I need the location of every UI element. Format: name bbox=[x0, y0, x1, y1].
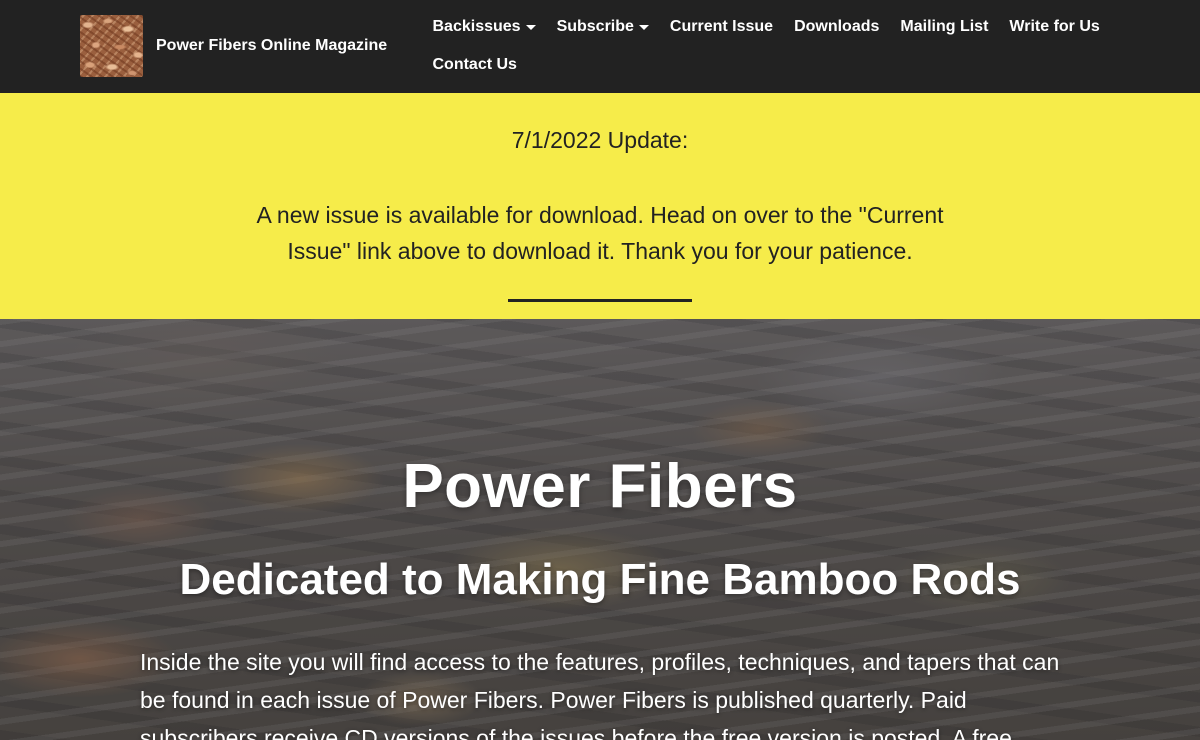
top-navbar: Power Fibers Online Magazine Backissues … bbox=[0, 0, 1200, 93]
divider bbox=[508, 299, 692, 302]
nav-item-label: Current Issue bbox=[669, 18, 774, 35]
nav-item-label: Subscribe bbox=[556, 18, 634, 35]
woven-fibers-logo-icon[interactable] bbox=[80, 15, 143, 77]
nav-item-label: Downloads bbox=[794, 18, 880, 35]
announcement-title: 7/1/2022 Update: bbox=[511, 127, 689, 153]
announcement-body: A new issue is available for download. H… bbox=[256, 202, 944, 264]
nav-item-label: Backissues bbox=[432, 18, 521, 35]
nav-item-label: Write for Us bbox=[1009, 18, 1100, 35]
nav-item-backissues[interactable]: Backissues bbox=[422, 18, 546, 36]
site-name[interactable]: Power Fibers Online Magazine bbox=[156, 37, 387, 55]
nav-item-label: Contact Us bbox=[432, 56, 517, 73]
hero-subtitle: Dedicated to Making Fine Bamboo Rods bbox=[179, 555, 1021, 604]
brand-link[interactable]: Power Fibers Online Magazine bbox=[80, 15, 387, 77]
main-nav: Backissues Subscribe Current Issue Downl… bbox=[422, 8, 1122, 84]
caret-down-icon bbox=[638, 24, 649, 30]
nav-item-mailing-list[interactable]: Mailing List bbox=[890, 18, 999, 36]
update-announcement: 7/1/2022 Update: A new issue is availabl… bbox=[0, 93, 1200, 319]
caret-down-icon bbox=[525, 24, 536, 30]
hero-intro-text: Inside the site you will find access to … bbox=[140, 649, 1060, 740]
nav-row-1: Backissues Subscribe Current Issue Downl… bbox=[422, 8, 1122, 46]
nav-item-contact-us[interactable]: Contact Us bbox=[422, 56, 527, 74]
nav-item-label: Mailing List bbox=[900, 18, 989, 35]
nav-item-current-issue[interactable]: Current Issue bbox=[659, 18, 783, 36]
hero-title: Power Fibers bbox=[402, 452, 798, 521]
nav-item-subscribe[interactable]: Subscribe bbox=[546, 18, 659, 36]
hero-section: Power Fibers Dedicated to Making Fine Ba… bbox=[0, 319, 1200, 740]
nav-row-2: Contact Us bbox=[422, 46, 1122, 84]
nav-item-write-for-us[interactable]: Write for Us bbox=[999, 18, 1110, 36]
nav-item-downloads[interactable]: Downloads bbox=[784, 18, 890, 36]
